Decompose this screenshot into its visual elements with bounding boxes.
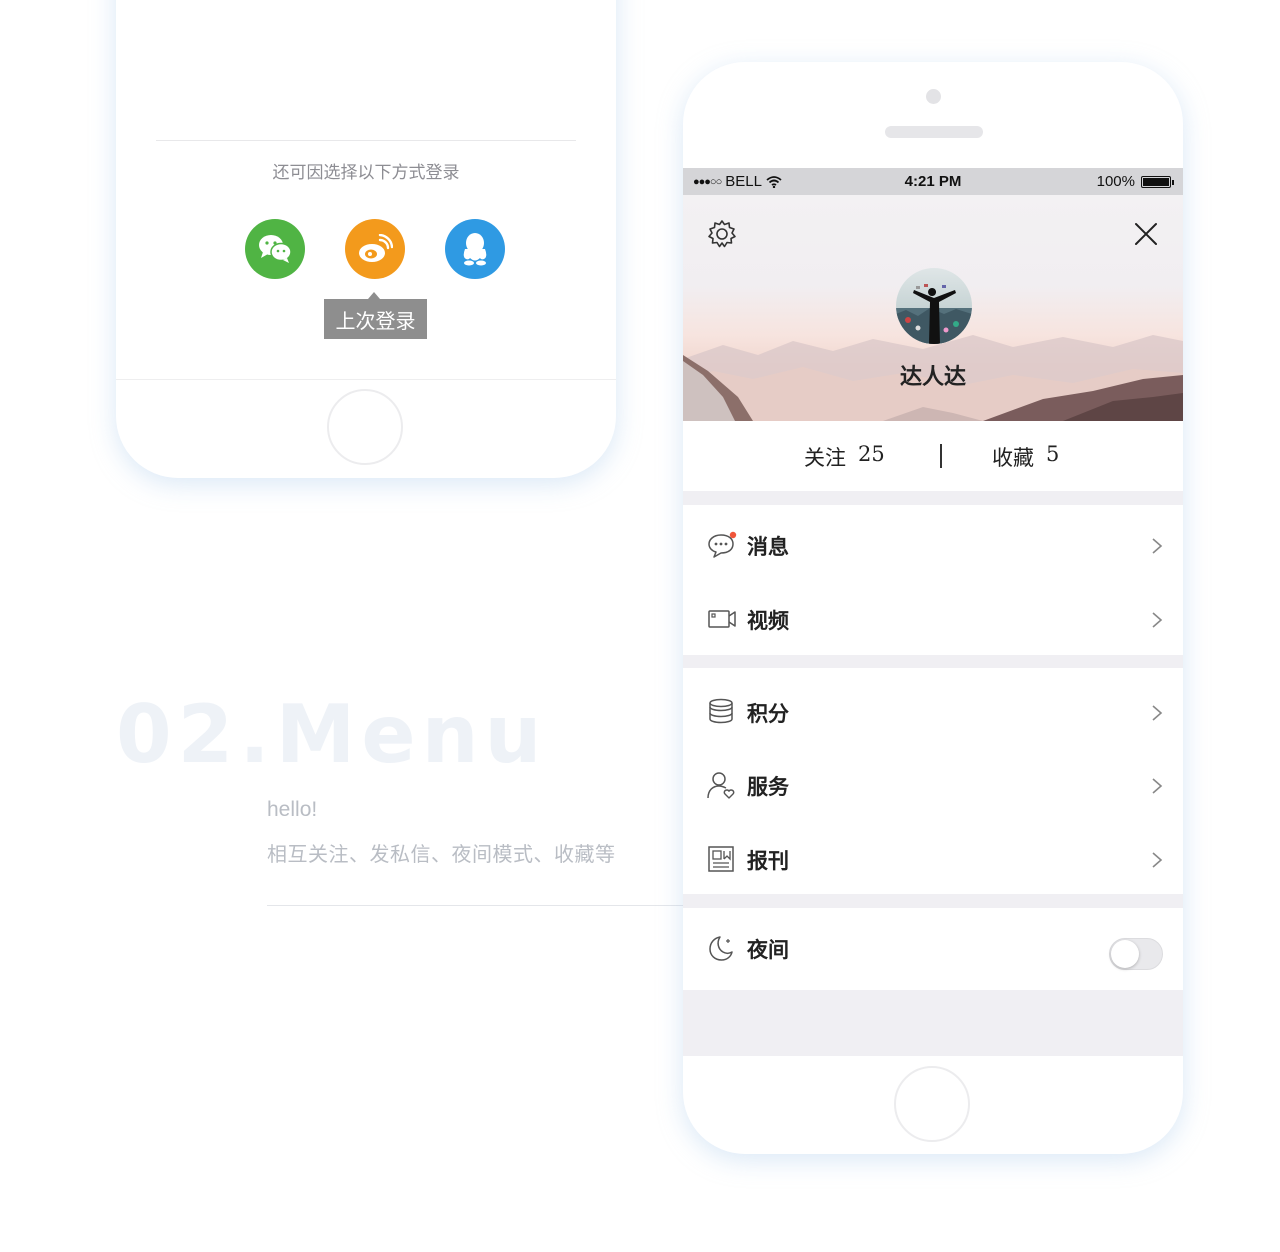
qq-icon — [463, 233, 487, 266]
chevron-right-icon — [1152, 778, 1163, 794]
earpiece-speaker — [885, 126, 983, 138]
profile-header: 达人达 — [683, 195, 1183, 421]
gear-icon[interactable] — [707, 219, 737, 249]
night-mode-toggle[interactable] — [1109, 938, 1163, 970]
follow-count: 25 — [858, 442, 885, 466]
avatar[interactable] — [896, 268, 972, 344]
menu-item-video[interactable]: 视频 — [683, 583, 1183, 653]
wechat-icon — [259, 235, 292, 263]
newspaper-icon — [708, 846, 734, 872]
divider — [116, 379, 616, 380]
stats-bar: 关注 25 收藏 5 — [683, 421, 1183, 491]
toggle-knob — [1111, 940, 1139, 968]
chevron-right-icon — [1152, 538, 1163, 554]
login-phone-mockup: 还可因选择以下方式登录 上次登录 — [116, 0, 616, 478]
follow-label: 关注 — [804, 446, 846, 470]
phone-screen: ●●●○○ BELL 4:21 PM 100% 达人达 关注 25 收藏 5 消… — [683, 168, 1183, 1056]
menu-item-label: 报刊 — [747, 848, 789, 873]
divider — [156, 140, 576, 141]
menu-group-communication: 消息 视频 — [683, 505, 1183, 655]
home-button[interactable] — [894, 1066, 970, 1142]
close-icon[interactable] — [1133, 221, 1159, 247]
section-title: 02.Menu — [116, 688, 548, 781]
last-login-tooltip: 上次登录 — [324, 292, 427, 339]
message-icon — [708, 531, 737, 558]
user-service-icon — [707, 772, 735, 799]
status-bar: ●●●○○ BELL 4:21 PM 100% — [683, 168, 1183, 195]
menu-item-points[interactable]: 积分 — [683, 676, 1183, 746]
menu-item-messages[interactable]: 消息 — [683, 509, 1183, 579]
menu-item-label: 视频 — [747, 608, 789, 633]
section-greeting: hello! — [267, 798, 318, 821]
weibo-login-button[interactable] — [345, 219, 405, 279]
menu-item-label: 夜间 — [747, 937, 789, 962]
battery-icon — [1141, 176, 1174, 188]
profile-username: 达人达 — [899, 364, 966, 390]
front-camera — [926, 89, 941, 104]
menu-item-label: 积分 — [747, 701, 789, 726]
weibo-icon — [359, 234, 393, 262]
favorites-label: 收藏 — [992, 446, 1034, 470]
qq-login-button[interactable] — [445, 219, 505, 279]
video-icon — [708, 610, 736, 628]
chevron-right-icon — [1152, 852, 1163, 868]
moon-icon — [709, 936, 733, 961]
alt-login-caption: 还可因选择以下方式登录 — [272, 163, 460, 183]
favorites-count: 5 — [1046, 442, 1060, 466]
coins-icon — [709, 698, 733, 724]
section-description: 相互关注、发私信、夜间模式、收藏等 — [267, 844, 616, 866]
chevron-right-icon — [1152, 705, 1163, 721]
menu-item-label: 服务 — [747, 774, 789, 799]
wechat-login-button[interactable] — [245, 219, 305, 279]
follow-stat[interactable]: 关注 25 — [804, 442, 885, 472]
menu-item-newspaper[interactable]: 报刊 — [683, 823, 1183, 893]
menu-item-label: 消息 — [747, 534, 789, 559]
menu-item-night-mode: 夜间 — [683, 912, 1183, 982]
home-button[interactable] — [327, 389, 403, 465]
menu-group-night-mode: 夜间 — [683, 908, 1183, 990]
menu-group-services: 积分 服务 报刊 — [683, 668, 1183, 894]
profile-phone-mockup: ●●●○○ BELL 4:21 PM 100% 达人达 关注 25 收藏 5 消… — [683, 62, 1183, 1154]
menu-item-service[interactable]: 服务 — [683, 749, 1183, 819]
favorites-stat[interactable]: 收藏 5 — [992, 442, 1059, 472]
battery-percentage: 100% — [1096, 173, 1135, 190]
divider — [267, 905, 687, 906]
stats-separator — [940, 444, 942, 468]
chevron-right-icon — [1152, 612, 1163, 628]
